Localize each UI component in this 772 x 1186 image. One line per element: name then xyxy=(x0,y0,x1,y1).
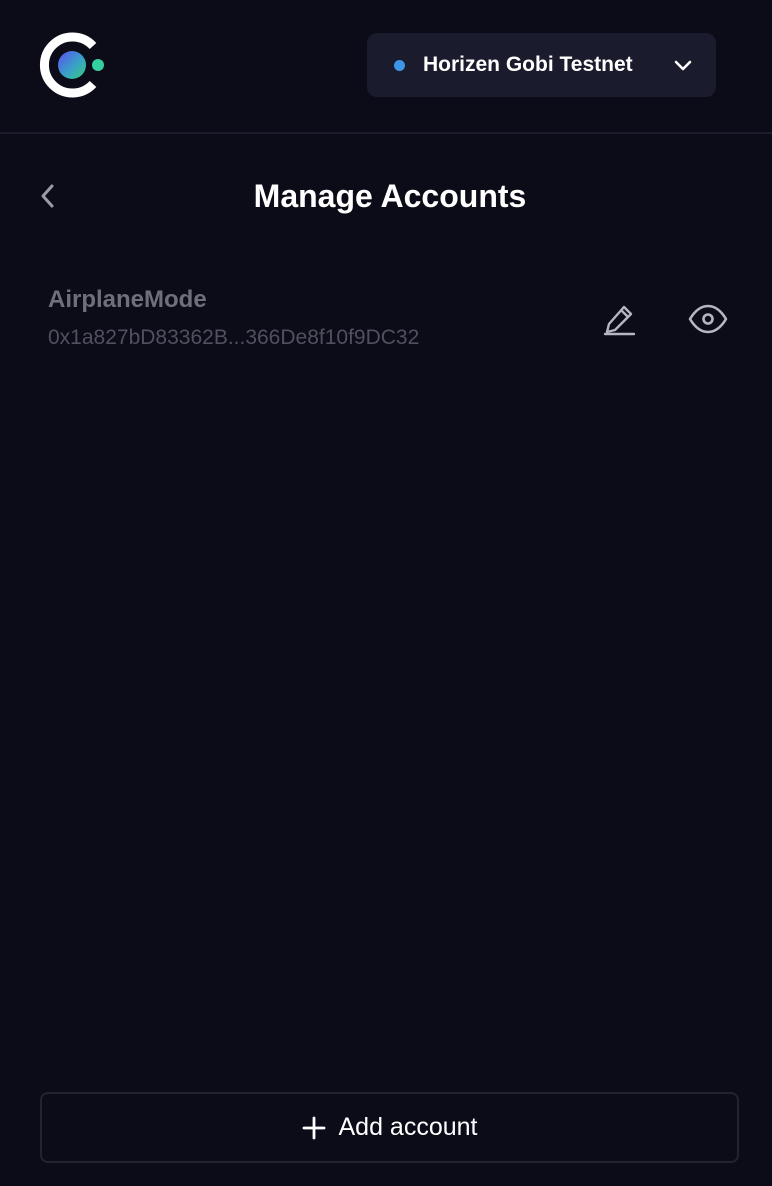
network-name: Horizen Gobi Testnet xyxy=(423,53,633,76)
account-address: 0x1a827bD83362B...366De8f10f9DC32 xyxy=(48,326,420,349)
chevron-down-icon xyxy=(674,60,692,71)
network-selector[interactable]: Horizen Gobi Testnet xyxy=(367,33,716,97)
edit-account-button[interactable] xyxy=(601,300,639,338)
account-name: AirplaneMode xyxy=(48,286,207,313)
plus-icon xyxy=(302,1116,325,1139)
eye-icon xyxy=(688,304,728,334)
add-account-label: Add account xyxy=(338,1113,478,1141)
account-list-item: AirplaneMode 0x1a827bD83362B...366De8f10… xyxy=(48,282,738,358)
page-title: Manage Accounts xyxy=(253,178,527,214)
app-header: Horizen Gobi Testnet xyxy=(0,0,772,134)
pencil-icon xyxy=(603,305,636,336)
add-account-button[interactable]: Add account xyxy=(40,1092,739,1163)
view-account-button[interactable] xyxy=(687,300,729,338)
network-status-dot xyxy=(394,59,405,71)
celo-logo-icon xyxy=(40,32,104,98)
